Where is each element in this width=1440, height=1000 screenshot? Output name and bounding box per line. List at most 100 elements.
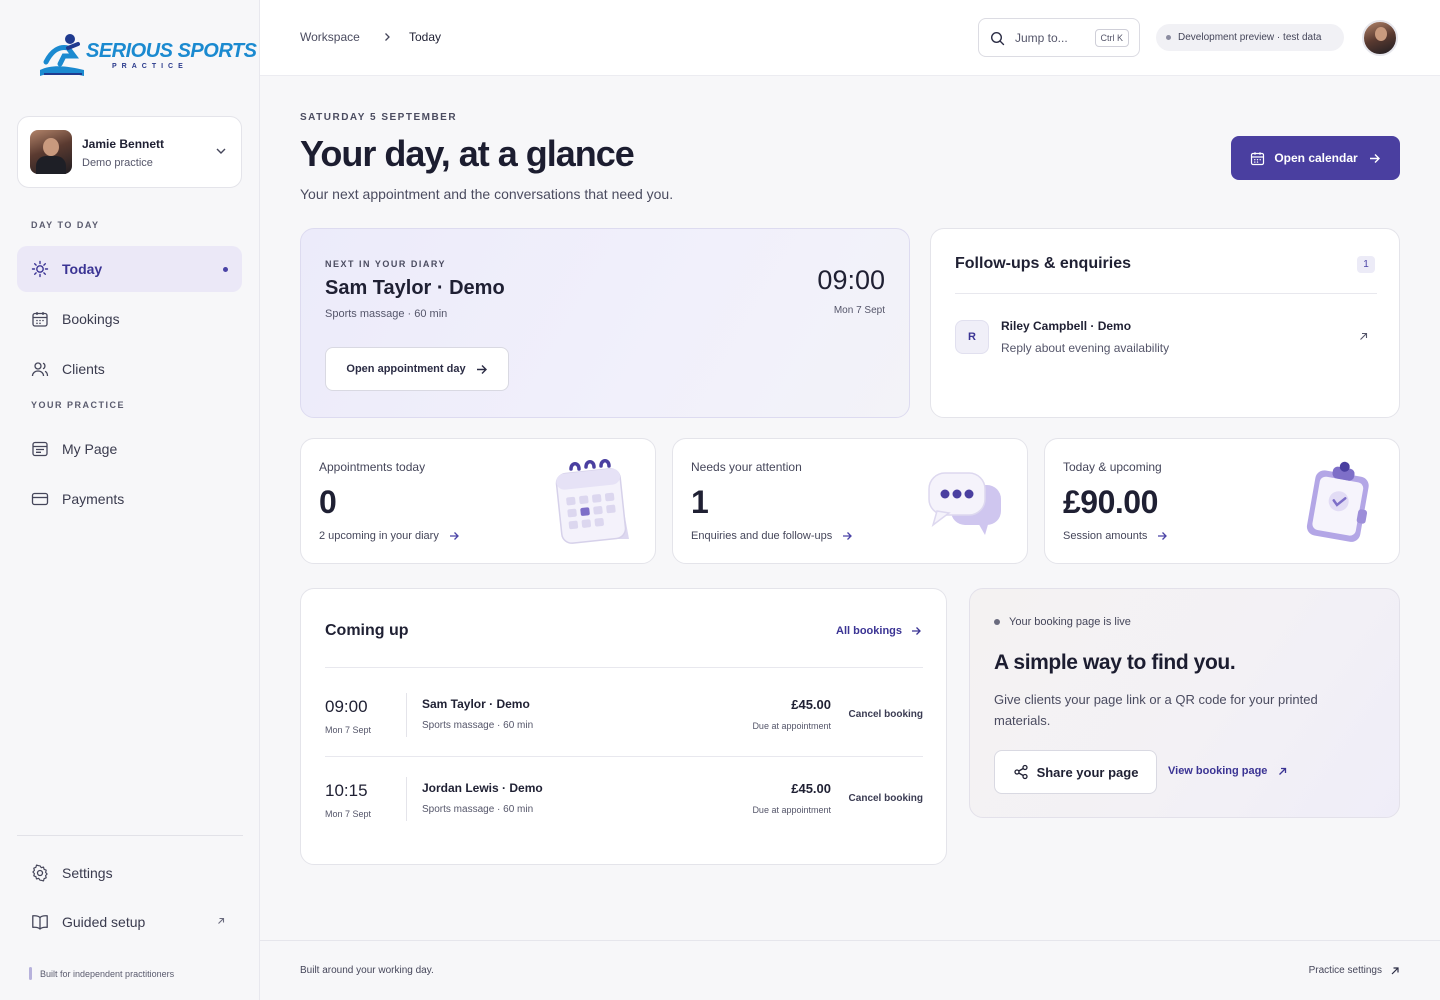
booking-due: Due at appointment xyxy=(752,721,831,731)
booking-row[interactable]: 09:00 Mon 7 Sept Sam Taylor · Demo Sport… xyxy=(325,693,923,753)
sidebar-item-today[interactable]: Today xyxy=(17,246,242,292)
sidebar-item-label: Settings xyxy=(62,865,113,881)
followups-title: Follow-ups & enquiries xyxy=(955,255,1132,272)
coming-up-card: Coming up All bookings 09:00 Mon 7 Sept … xyxy=(300,588,947,865)
page-icon xyxy=(31,440,49,458)
all-bookings-label: All bookings xyxy=(836,625,902,637)
sidebar-item-label: Payments xyxy=(62,491,125,507)
external-link-icon xyxy=(1277,766,1288,777)
avatar[interactable] xyxy=(1362,20,1398,56)
share-icon xyxy=(1013,764,1029,780)
calendar-icon xyxy=(31,310,49,328)
next-eyebrow: NEXT IN YOUR DIARY xyxy=(325,259,447,269)
search-icon xyxy=(990,31,1005,46)
sidebar-item-bookings[interactable]: Bookings xyxy=(17,296,242,342)
divider xyxy=(406,777,407,821)
followups-card: Follow-ups & enquiries 1 R Riley Campbel… xyxy=(930,228,1400,418)
stat-card-appointments: Appointments today 0 2 upcoming in your … xyxy=(300,438,656,564)
practice-settings-label: Practice settings xyxy=(1308,965,1382,976)
stat-value: £90.00 xyxy=(1063,484,1158,520)
stat-link[interactable]: Enquiries and due follow-ups xyxy=(691,530,853,542)
open-appointment-day-label: Open appointment day xyxy=(346,363,466,375)
stat-link[interactable]: Session amounts xyxy=(1063,530,1168,542)
booking-page-card: Your booking page is live A simple way t… xyxy=(969,588,1400,818)
page-subtitle: Your next appointment and the conversati… xyxy=(300,186,674,202)
top-bar: Workspace Today Jump to... Ctrl K Develo… xyxy=(260,0,1440,76)
stat-label: Needs your attention xyxy=(691,460,802,474)
chevron-right-icon xyxy=(385,33,390,41)
sidebar: SERIOUS SPORTS PRACTICE Jamie Bennett De… xyxy=(0,0,260,1000)
arrow-right-icon xyxy=(448,530,460,542)
booking-service: Sports massage · 60 min xyxy=(422,804,534,815)
page-title: Your day, at a glance xyxy=(300,133,635,174)
sidebar-item-label: My Page xyxy=(62,441,118,457)
user-practice: Demo practice xyxy=(82,157,153,169)
user-switcher[interactable]: Jamie Bennett Demo practice xyxy=(17,116,242,188)
booking-price: £45.00 xyxy=(791,781,831,796)
booking-row[interactable]: 10:15 Mon 7 Sept Jordan Lewis · Demo Spo… xyxy=(325,777,923,837)
keyboard-shortcut: Ctrl K xyxy=(1094,29,1129,47)
stat-link-label: 2 upcoming in your diary xyxy=(319,530,439,542)
sidebar-item-my-page[interactable]: My Page xyxy=(17,426,242,472)
arrow-right-icon xyxy=(841,530,853,542)
calendar-icon xyxy=(1250,151,1265,166)
booking-price: £45.00 xyxy=(791,697,831,712)
divider xyxy=(325,756,923,757)
status-dot xyxy=(994,619,1000,625)
avatar xyxy=(30,130,72,174)
book-icon xyxy=(31,913,49,931)
view-booking-page-link[interactable]: View booking page xyxy=(1168,765,1288,777)
sidebar-item-clients[interactable]: Clients xyxy=(17,346,242,392)
divider xyxy=(17,835,243,836)
next-appointment-card: NEXT IN YOUR DIARY Sam Taylor · Demo Spo… xyxy=(300,228,910,418)
booking-page-title: A simple way to find you. xyxy=(994,651,1236,674)
divider xyxy=(325,667,923,668)
followup-message: Reply about evening availability xyxy=(1001,341,1170,355)
avatar: R xyxy=(955,320,989,354)
divider xyxy=(955,293,1377,294)
sidebar-item-payments[interactable]: Payments xyxy=(17,476,242,522)
external-link-icon xyxy=(1360,332,1368,340)
brand-logo[interactable]: SERIOUS SPORTS PRACTICE xyxy=(38,32,257,82)
booking-time: 09:00 xyxy=(325,697,368,716)
stat-link[interactable]: 2 upcoming in your diary xyxy=(319,530,460,542)
arrow-right-icon xyxy=(475,363,488,376)
booking-date: Mon 7 Sept xyxy=(325,725,372,735)
stat-card-attention: Needs your attention 1 Enquiries and due… xyxy=(672,438,1028,564)
cancel-booking-button[interactable]: Cancel booking xyxy=(849,709,923,720)
practice-settings-link[interactable]: Practice settings xyxy=(1309,965,1400,976)
status-badge: Development preview · test data xyxy=(1156,24,1344,51)
divider xyxy=(406,693,407,737)
runner-logo-icon xyxy=(40,34,84,76)
open-calendar-button[interactable]: Open calendar xyxy=(1231,136,1400,180)
stat-label: Appointments today xyxy=(319,460,426,474)
stat-card-revenue: Today & upcoming £90.00 Session amounts xyxy=(1044,438,1400,564)
arrow-right-icon xyxy=(910,625,922,637)
search-placeholder: Jump to... xyxy=(1015,31,1068,45)
all-bookings-link[interactable]: All bookings xyxy=(836,625,922,637)
gear-icon xyxy=(31,864,49,882)
search-input[interactable]: Jump to... Ctrl K xyxy=(978,18,1140,57)
arrow-right-icon xyxy=(1156,530,1168,542)
sidebar-item-label: Guided setup xyxy=(62,914,146,930)
cancel-booking-button[interactable]: Cancel booking xyxy=(849,793,923,804)
stat-value: 0 xyxy=(319,484,337,520)
next-client-name: Sam Taylor · Demo xyxy=(325,277,505,299)
breadcrumb-workspace[interactable]: Workspace xyxy=(300,30,360,44)
booking-date: Mon 7 Sept xyxy=(325,809,372,819)
coming-up-title: Coming up xyxy=(325,622,409,639)
followup-item[interactable]: R Riley Campbell · Demo Reply about even… xyxy=(955,317,1377,357)
active-indicator xyxy=(223,267,228,272)
sun-icon xyxy=(31,260,49,278)
sidebar-item-label: Bookings xyxy=(62,311,120,327)
sidebar-item-settings[interactable]: Settings xyxy=(17,850,242,896)
user-name: Jamie Bennett xyxy=(82,137,165,151)
section-label-day: DAY TO DAY xyxy=(31,220,100,230)
followup-name: Riley Campbell · Demo xyxy=(1001,319,1132,333)
arrow-right-icon xyxy=(1368,152,1381,165)
booking-due: Due at appointment xyxy=(752,805,831,815)
live-status-text: Your booking page is live xyxy=(1009,616,1131,628)
open-appointment-day-button[interactable]: Open appointment day xyxy=(325,347,509,391)
share-page-button[interactable]: Share your page xyxy=(994,750,1157,794)
sidebar-item-guided-setup[interactable]: Guided setup xyxy=(17,899,242,945)
